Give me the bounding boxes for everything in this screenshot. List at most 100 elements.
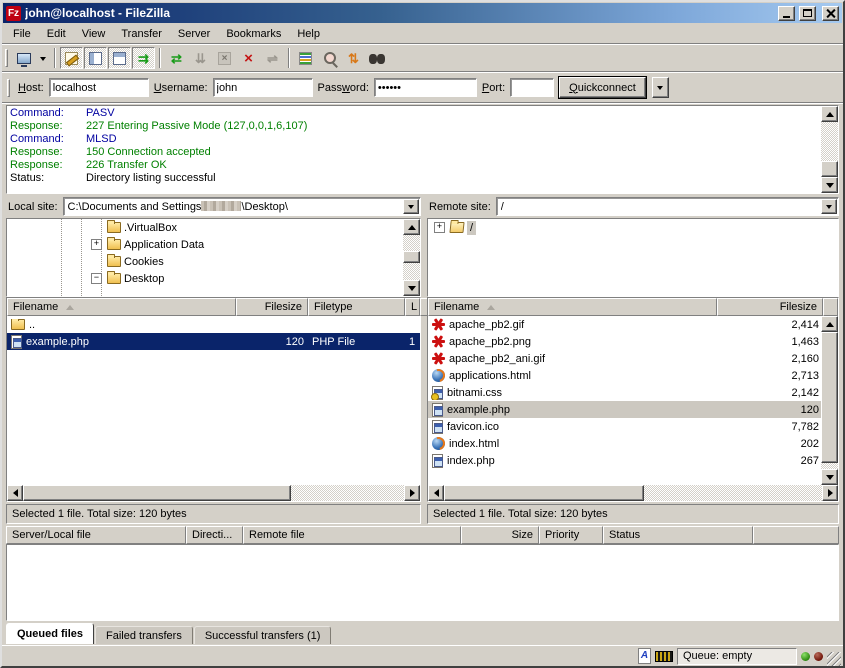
menu-bookmarks[interactable]: Bookmarks	[218, 26, 289, 42]
file-row[interactable]: example.php120	[428, 401, 821, 418]
username-input[interactable]	[213, 78, 313, 97]
file-row[interactable]: apache_pb2.gif2,414	[428, 316, 821, 333]
transfer-queue-body[interactable]	[6, 544, 839, 621]
scroll-up-button[interactable]	[821, 316, 838, 332]
remote-hscrollbar[interactable]	[428, 485, 838, 501]
remote-vscrollbar[interactable]	[821, 316, 838, 485]
password-input[interactable]	[374, 78, 477, 97]
tree-item[interactable]: +/	[428, 219, 838, 236]
scroll-left-button[interactable]	[428, 485, 444, 501]
find-files-button[interactable]	[366, 47, 389, 69]
column-header-filename[interactable]: Filename	[7, 298, 236, 316]
file-name: apache_pb2.gif	[449, 319, 524, 331]
column-header-filetype[interactable]: Filetype	[308, 298, 405, 316]
sync-browsing-button[interactable]: ⇅	[342, 47, 365, 69]
toolbar-grip[interactable]	[5, 49, 8, 67]
toggle-queue-button[interactable]: ⇉	[132, 47, 155, 69]
tab-successful-transfers----[interactable]: Successful transfers (1)	[194, 626, 332, 644]
minimize-button[interactable]	[778, 6, 795, 21]
title-bar[interactable]: Fz john@localhost - FileZilla	[3, 3, 842, 23]
file-row[interactable]: apache_pb2_ani.gif2,160	[428, 350, 821, 367]
resize-grip[interactable]	[827, 652, 841, 666]
menu-transfer[interactable]: Transfer	[113, 26, 170, 42]
file-row[interactable]: index.php267	[428, 452, 821, 469]
column-header-filename[interactable]: Filename	[428, 298, 717, 316]
local-site-dropdown-button[interactable]	[403, 199, 419, 214]
tree-expander[interactable]: +	[91, 239, 102, 250]
file-row[interactable]: apache_pb2.png1,463	[428, 333, 821, 350]
site-manager-dropdown-button[interactable]	[36, 47, 50, 69]
remote-site-dropdown-button[interactable]	[821, 199, 837, 214]
reconnect-button[interactable]: ⇌	[261, 47, 284, 69]
remote-site-combo[interactable]: /	[496, 197, 839, 216]
quickconnect-grip[interactable]	[7, 79, 10, 97]
maximize-button[interactable]	[799, 6, 816, 21]
port-input[interactable]	[510, 78, 554, 97]
process-queue-button[interactable]: ⇊	[189, 47, 212, 69]
scroll-right-button[interactable]	[404, 485, 420, 501]
scrollbar-thumb[interactable]	[444, 485, 644, 501]
quickconnect-button[interactable]: Quickconnect	[559, 77, 646, 98]
queue-column-remotefile[interactable]: Remote file	[243, 526, 461, 544]
queue-column-priority[interactable]: Priority	[539, 526, 603, 544]
disconnect-button[interactable]: ×	[237, 47, 260, 69]
toggle-message-log-button[interactable]	[60, 47, 83, 69]
scroll-down-button[interactable]	[821, 469, 838, 485]
menu-server[interactable]: Server	[170, 26, 218, 42]
message-log-scrollbar[interactable]	[821, 106, 838, 193]
filter-button[interactable]	[294, 47, 317, 69]
file-row[interactable]: bitnami.css2,142	[428, 384, 821, 401]
tab-queued-files[interactable]: Queued files	[6, 623, 94, 644]
queue-column-status[interactable]: Status	[603, 526, 753, 544]
scroll-down-button[interactable]	[821, 177, 838, 193]
scroll-left-button[interactable]	[7, 485, 23, 501]
quickconnect-dropdown-button[interactable]	[652, 77, 669, 98]
compare-button[interactable]	[318, 47, 341, 69]
host-input[interactable]	[49, 78, 149, 97]
close-button[interactable]	[822, 6, 839, 21]
tree-item[interactable]: Cookies	[7, 253, 420, 270]
site-manager-button[interactable]	[12, 47, 35, 69]
menu-file[interactable]: File	[5, 26, 39, 42]
queue-column-size[interactable]: Size	[461, 526, 539, 544]
menu-edit[interactable]: Edit	[39, 26, 74, 42]
local-site-combo[interactable]: C:\Documents and Settings\Desktop\	[63, 197, 421, 216]
tab-failed-transfers[interactable]: Failed transfers	[95, 626, 193, 644]
local-tree-scrollbar[interactable]	[403, 219, 420, 296]
file-cell-modified: 1	[405, 336, 420, 348]
refresh-button[interactable]: ⇄	[165, 47, 188, 69]
file-cell-size: 2,160	[717, 353, 823, 365]
scrollbar-thumb[interactable]	[23, 485, 291, 501]
scrollbar-thumb[interactable]	[821, 161, 838, 177]
column-header-l[interactable]: L	[405, 298, 420, 316]
cancel-button[interactable]: ×	[213, 47, 236, 69]
menu-view[interactable]: View	[74, 26, 114, 42]
menu-help[interactable]: Help	[289, 26, 328, 42]
scroll-up-button[interactable]	[403, 219, 420, 235]
column-header-filesize[interactable]: Filesize	[717, 298, 823, 316]
file-row[interactable]: favicon.ico7,782	[428, 418, 821, 435]
quickconnect-bar: Host:Username:Password:Port:Quickconnect	[2, 73, 843, 102]
file-row[interactable]: applications.html2,713	[428, 367, 821, 384]
scroll-right-button[interactable]	[822, 485, 838, 501]
scroll-down-button[interactable]	[403, 280, 420, 296]
queue-column-serverlocalfile[interactable]: Server/Local file	[6, 526, 186, 544]
toggle-remote-tree-button[interactable]	[108, 47, 131, 69]
log-line-text: 226 Transfer OK	[86, 159, 167, 172]
tree-item[interactable]: −Desktop	[7, 270, 420, 287]
scrollbar-thumb[interactable]	[821, 332, 838, 463]
file-row[interactable]: example.php120PHP File1	[7, 333, 420, 350]
remote-pane: Remote site: / +/ FilenameFilesize apach…	[427, 196, 839, 524]
local-hscrollbar[interactable]	[7, 485, 420, 501]
file-row[interactable]: index.html202	[428, 435, 821, 452]
tree-item[interactable]: .VirtualBox	[7, 219, 420, 236]
scrollbar-thumb[interactable]	[403, 251, 420, 263]
queue-column-directi[interactable]: Directi...	[186, 526, 243, 544]
tree-item[interactable]: +Application Data	[7, 236, 420, 253]
tree-expander[interactable]: −	[91, 273, 102, 284]
column-header-filesize[interactable]: Filesize	[236, 298, 308, 316]
toggle-local-tree-button[interactable]	[84, 47, 107, 69]
file-row[interactable]: ..	[7, 316, 420, 333]
tree-expander[interactable]: +	[434, 222, 445, 233]
scroll-up-button[interactable]	[821, 106, 838, 122]
